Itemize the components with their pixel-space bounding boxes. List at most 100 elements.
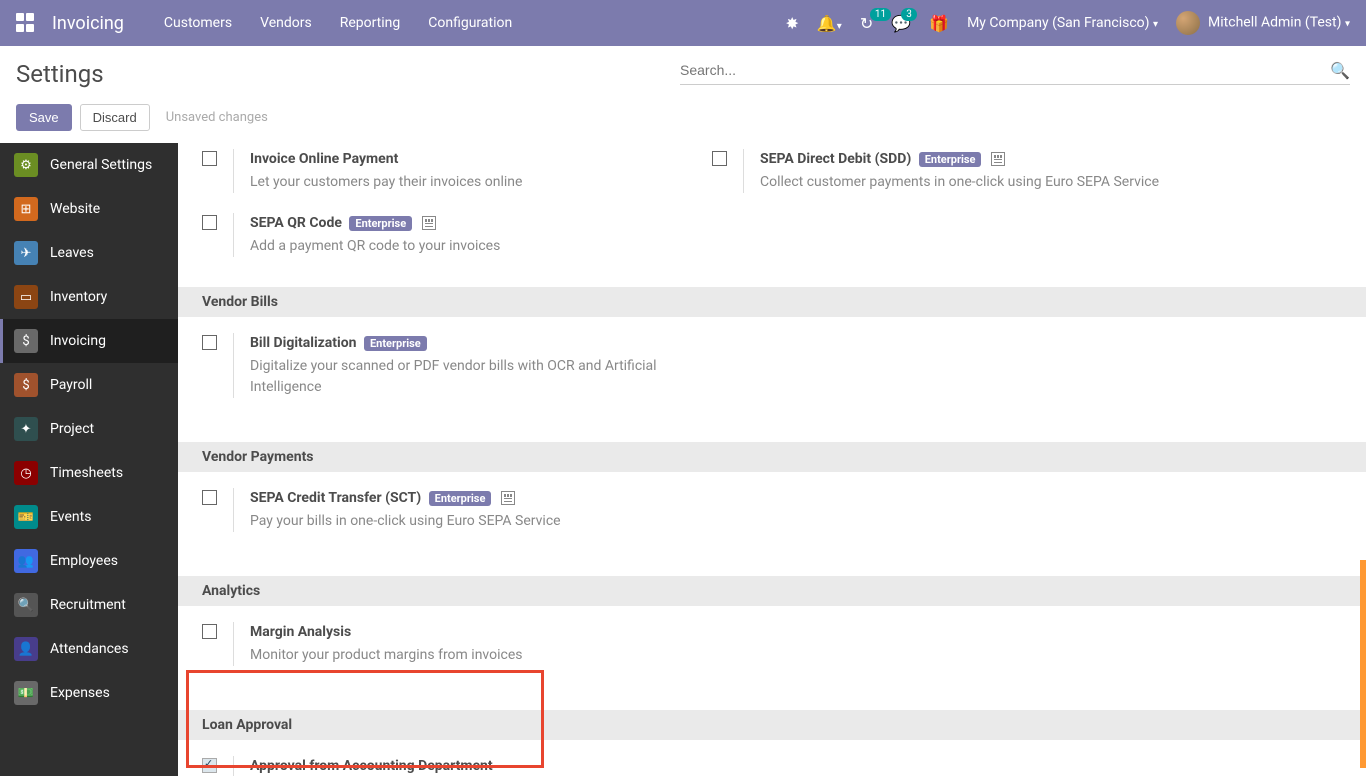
sidebar-item-label: Events xyxy=(50,509,91,525)
section-header-vendor-bills: Vendor Bills xyxy=(178,287,1366,317)
nav-links: Customers Vendors Reporting Configuratio… xyxy=(164,15,512,31)
info-icon[interactable] xyxy=(422,216,436,230)
setting-desc: Add a payment QR code to your invoices xyxy=(250,236,500,257)
checkbox-bill-digitalization[interactable] xyxy=(202,335,217,350)
section-header-loan-approval: Loan Approval xyxy=(178,710,1366,740)
sidebar-item-employees[interactable]: 👥 Employees xyxy=(0,539,178,583)
section-header-analytics: Analytics xyxy=(178,576,1366,606)
sidebar-item-label: Invoicing xyxy=(50,333,106,349)
debug-icon[interactable]: ✸ xyxy=(785,14,798,33)
setting-margin-analysis: Margin Analysis Monitor your product mar… xyxy=(202,622,672,686)
checkbox-sepa-direct-debit[interactable] xyxy=(712,151,727,166)
sidebar-item-recruitment[interactable]: 🔍Recruitment xyxy=(0,583,178,627)
setting-desc: Monitor your product margins from invoic… xyxy=(250,645,522,666)
checkbox-margin-analysis[interactable] xyxy=(202,624,217,639)
sidebar-item-expenses[interactable]: 💵 Expenses xyxy=(0,671,178,715)
search-icon[interactable]: 🔍 xyxy=(1330,61,1350,80)
sidebar-item-label: Attendances xyxy=(50,641,129,657)
expenses-icon: 💵 xyxy=(14,681,38,705)
section-header-vendor-payments: Vendor Payments xyxy=(178,442,1366,472)
setting-title: Bill Digitalization Enterprise xyxy=(250,333,672,354)
sidebar-item-label: Employees xyxy=(50,553,118,569)
topnav: Invoicing Customers Vendors Reporting Co… xyxy=(0,0,1366,46)
enterprise-badge: Enterprise xyxy=(364,336,427,351)
sidebar-item-inventory[interactable]: ▭ Inventory xyxy=(0,275,178,319)
employees-icon: 👥 xyxy=(14,549,38,573)
invoicing-icon: $ xyxy=(14,329,38,353)
section-customer-payments-partial: Invoice Online Payment Let your customer… xyxy=(178,143,1366,287)
sidebar-item-general-settings[interactable]: ⚙General Settings xyxy=(0,143,178,187)
top-right: ✸ 🔔▾ ↻11 💬3 🎁 My Company (San Francisco)… xyxy=(785,11,1350,35)
attendances-icon: 👤 xyxy=(14,637,38,661)
nav-vendors[interactable]: Vendors xyxy=(260,15,312,31)
activity-badge: 11 xyxy=(870,8,891,21)
scroll-indicator xyxy=(1360,560,1366,768)
setting-title: SEPA Credit Transfer (SCT) Enterprise xyxy=(250,488,561,509)
section-vendor-bills: Bill Digitalization Enterprise Digitaliz… xyxy=(178,317,1366,442)
setting-title: SEPA Direct Debit (SDD) Enterprise xyxy=(760,149,1159,170)
user-menu[interactable]: Mitchell Admin (Test) ▾ xyxy=(1176,11,1350,35)
bell-icon[interactable]: 🔔▾ xyxy=(817,14,842,33)
sidebar-item-leaves[interactable]: ✈ Leaves xyxy=(0,231,178,275)
sidebar-item-label: Expenses xyxy=(50,685,110,701)
setting-invoice-online-payment: Invoice Online Payment Let your customer… xyxy=(202,149,672,213)
checkbox-approval-accounting[interactable] xyxy=(202,758,217,773)
setting-desc: Digitalize your scanned or PDF vendor bi… xyxy=(250,356,672,398)
setting-title: Margin Analysis xyxy=(250,622,522,643)
section-loan-approval: Approval from Accounting Department Loan… xyxy=(178,740,1366,776)
payroll-icon: $ xyxy=(14,373,38,397)
events-icon: 🎫 xyxy=(14,505,38,529)
checkbox-sepa-qr-code[interactable] xyxy=(202,215,217,230)
company-selector[interactable]: My Company (San Francisco) ▾ xyxy=(967,15,1158,31)
enterprise-badge: Enterprise xyxy=(429,491,492,506)
info-icon[interactable] xyxy=(501,491,515,505)
nav-customers[interactable]: Customers xyxy=(164,15,232,31)
sidebar-item-website[interactable]: ⊞ Website xyxy=(0,187,178,231)
discard-button[interactable]: Discard xyxy=(80,104,150,131)
discuss-icon[interactable]: 💬3 xyxy=(891,14,911,33)
sidebar-item-timesheets[interactable]: ◷Timesheets xyxy=(0,451,178,495)
setting-desc: Let your customers pay their invoices on… xyxy=(250,172,522,193)
sidebar-item-project[interactable]: ✦Project xyxy=(0,407,178,451)
enterprise-badge: Enterprise xyxy=(919,152,982,167)
apps-icon[interactable] xyxy=(16,13,36,33)
nav-reporting[interactable]: Reporting xyxy=(340,15,401,31)
sidebar-item-payroll[interactable]: $ Payroll xyxy=(0,363,178,407)
search-wrap: 🔍 xyxy=(680,56,1350,85)
gift-icon[interactable]: 🎁 xyxy=(929,14,949,33)
setting-title: Approval from Accounting Department xyxy=(250,756,493,776)
sidebar-item-label: Website xyxy=(50,201,100,217)
project-icon: ✦ xyxy=(14,417,38,441)
content[interactable]: Invoice Online Payment Let your customer… xyxy=(178,143,1366,776)
section-vendor-payments: SEPA Credit Transfer (SCT) Enterprise Pa… xyxy=(178,472,1366,576)
sidebar-item-label: Timesheets xyxy=(50,465,123,481)
discuss-badge: 3 xyxy=(901,8,917,21)
save-button[interactable]: Save xyxy=(16,104,72,131)
search-input[interactable] xyxy=(680,56,1330,84)
enterprise-badge: Enterprise xyxy=(349,216,412,231)
setting-approval-accounting: Approval from Accounting Department Loan… xyxy=(202,756,672,776)
sidebar: ⚙General Settings ⊞ Website ✈ Leaves ▭ Inve… xyxy=(0,143,178,776)
setting-desc: Pay your bills in one-click using Euro S… xyxy=(250,511,561,532)
activity-icon[interactable]: ↻11 xyxy=(860,14,873,33)
sidebar-item-label: Leaves xyxy=(50,245,94,261)
checkbox-sepa-credit-transfer[interactable] xyxy=(202,490,217,505)
inventory-icon: ▭ xyxy=(14,285,38,309)
sidebar-item-invoicing[interactable]: $ Invoicing xyxy=(0,319,178,363)
nav-configuration[interactable]: Configuration xyxy=(428,15,512,31)
sidebar-item-label: Payroll xyxy=(50,377,92,393)
setting-title: Invoice Online Payment xyxy=(250,149,522,170)
gear-icon: ⚙ xyxy=(14,153,38,177)
avatar xyxy=(1176,11,1200,35)
setting-sepa-direct-debit: SEPA Direct Debit (SDD) Enterprise Colle… xyxy=(712,149,1182,213)
sidebar-item-attendances[interactable]: 👤 Attendances xyxy=(0,627,178,671)
website-icon: ⊞ xyxy=(14,197,38,221)
leaves-icon: ✈ xyxy=(14,241,38,265)
checkbox-invoice-online-payment[interactable] xyxy=(202,151,217,166)
sidebar-item-label: Recruitment xyxy=(50,597,126,613)
setting-sepa-credit-transfer: SEPA Credit Transfer (SCT) Enterprise Pa… xyxy=(202,488,672,552)
info-icon[interactable] xyxy=(991,152,1005,166)
main: ⚙General Settings ⊞ Website ✈ Leaves ▭ Inve… xyxy=(0,143,1366,776)
sidebar-item-label: Inventory xyxy=(50,289,107,305)
sidebar-item-events[interactable]: 🎫 Events xyxy=(0,495,178,539)
